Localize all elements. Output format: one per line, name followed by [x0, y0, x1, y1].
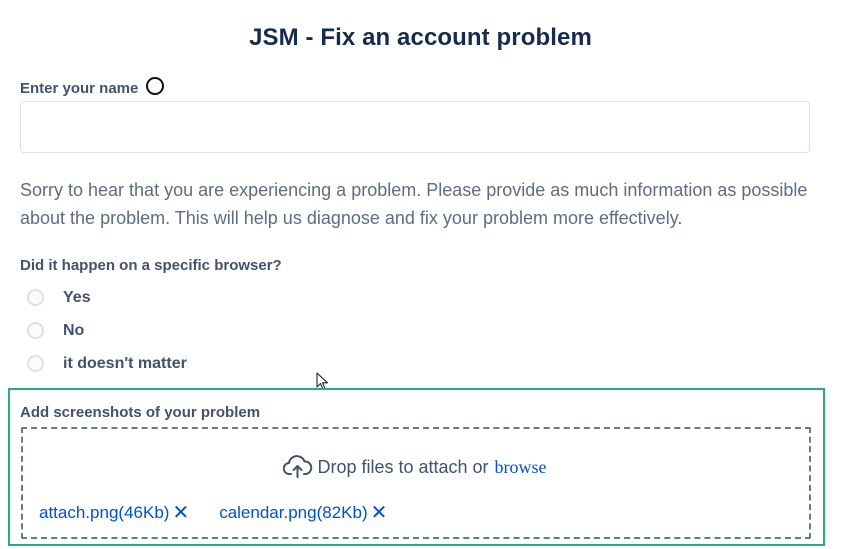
radio-option-no[interactable]: No	[27, 314, 187, 347]
file-name[interactable]: calendar.png	[219, 503, 316, 523]
radio-button[interactable]	[27, 322, 44, 339]
radio-label: it doesn't matter	[63, 354, 187, 372]
attached-files-list: attach.png (46Kb) ✕ calendar.png (82Kb) ✕	[39, 503, 417, 523]
drop-text: Drop files to attach or	[317, 456, 489, 477]
circle-marker-icon	[146, 77, 165, 95]
form-page: JSM - Fix an account problem Enter your …	[0, 0, 841, 549]
name-input[interactable]	[20, 101, 810, 153]
name-field-label: Enter your name	[20, 79, 139, 97]
file-size: (82Kb)	[316, 503, 368, 522]
browse-link[interactable]: browse	[495, 457, 547, 478]
radio-option-yes[interactable]: Yes	[27, 281, 187, 314]
file-dropzone[interactable]: Drop files to attach or browse attach.pn…	[21, 427, 811, 539]
file-size: (46Kb)	[118, 503, 170, 522]
radio-option-doesnt-matter[interactable]: it doesn't matter	[27, 347, 187, 380]
attached-file: attach.png (46Kb) ✕	[39, 503, 189, 523]
close-icon[interactable]: ✕	[371, 503, 388, 523]
radio-button[interactable]	[27, 355, 44, 372]
form-title: JSM - Fix an account problem	[249, 24, 592, 51]
close-icon[interactable]: ✕	[172, 503, 189, 523]
attached-file: calendar.png (82Kb) ✕	[219, 503, 387, 523]
form-description: Sorry to hear that you are experiencing …	[20, 180, 808, 228]
radio-label: No	[63, 321, 85, 339]
name-label-row: Enter your name	[20, 76, 165, 100]
browser-question-label: Did it happen on a specific browser?	[20, 257, 282, 274]
radio-button[interactable]	[27, 289, 44, 306]
attachments-label: Add screenshots of your problem	[20, 404, 261, 421]
radio-label: Yes	[63, 288, 91, 306]
cloud-upload-icon	[283, 455, 313, 478]
browser-radio-group: Yes No it doesn't matter	[27, 281, 187, 380]
drop-instructions: Drop files to attach or browse	[23, 455, 809, 479]
file-name[interactable]: attach.png	[39, 503, 118, 523]
